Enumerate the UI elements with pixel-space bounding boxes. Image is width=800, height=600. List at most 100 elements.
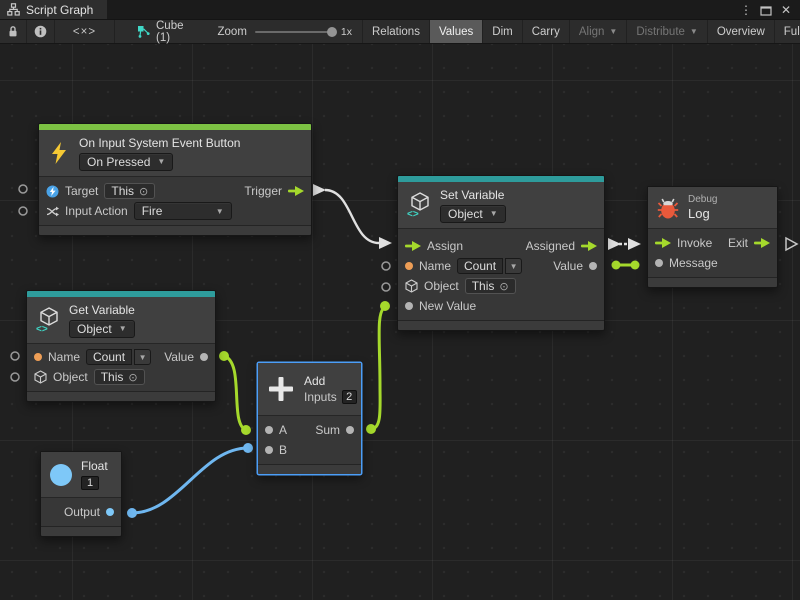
graph-name: Cube (1) [156, 20, 184, 44]
wire-arrowhead[interactable] [379, 237, 392, 249]
carry-button[interactable]: Carry [523, 20, 570, 43]
wire-arrowhead[interactable] [313, 184, 326, 196]
port-row-output: Output [41, 502, 121, 522]
target-object-field[interactable]: This⊙ [104, 183, 155, 199]
graph-hierarchy-icon [7, 3, 20, 16]
zoom-slider[interactable] [255, 31, 333, 33]
zoom-to-fit-button[interactable]: <×> [55, 20, 115, 43]
wire-endpoint[interactable] [127, 508, 137, 518]
zoom-slider-handle[interactable] [327, 27, 337, 37]
node-title: Add [304, 374, 325, 388]
exit-output-port[interactable] [754, 238, 770, 248]
variable-scope-dropdown[interactable]: Object▼ [69, 320, 135, 338]
object-picker-icon[interactable]: ⊙ [139, 185, 148, 198]
object-field[interactable]: This⊙ [94, 369, 145, 385]
values-button[interactable]: Values [430, 20, 483, 43]
trigger-output-port[interactable] [288, 186, 304, 196]
node-set-variable[interactable]: <> Set Variable Object▼ Assign [397, 175, 605, 331]
edge-port[interactable] [19, 207, 27, 215]
variable-cube-icon: <> [407, 192, 431, 218]
node-get-variable[interactable]: <> Get Variable Object▼ Name Count ▼ [26, 290, 216, 402]
full-screen-button[interactable]: Full Screen [775, 20, 800, 43]
b-input-port[interactable] [265, 446, 273, 454]
port-row-target: Target This⊙ Trigger [39, 181, 311, 201]
bug-icon [657, 196, 679, 220]
chevron-down-icon: ▼ [157, 157, 165, 166]
output-port[interactable] [106, 508, 114, 516]
lock-button[interactable] [0, 20, 27, 43]
tab-script-graph[interactable]: Script Graph [0, 0, 107, 19]
edge-port[interactable] [382, 283, 390, 291]
message-input-port[interactable] [655, 259, 663, 267]
port-row-object: Object This⊙ [398, 276, 604, 296]
object-picker-icon[interactable]: ⊙ [128, 371, 137, 384]
object-field[interactable]: This⊙ [465, 278, 516, 294]
wire-endpoint[interactable] [631, 261, 640, 270]
maximize-icon[interactable] [758, 0, 774, 20]
wire-trigger-assign[interactable] [325, 190, 379, 243]
invoke-input-port[interactable] [655, 238, 671, 248]
close-icon[interactable]: ✕ [778, 0, 794, 20]
plus-icon [267, 375, 295, 403]
sum-output-port[interactable] [346, 426, 354, 434]
port-row-input-action: Input Action Fire▼ [39, 201, 311, 221]
inspect-button[interactable] [27, 20, 55, 43]
wire-endpoint[interactable] [366, 424, 376, 434]
edge-port[interactable] [11, 352, 19, 360]
float-value-field[interactable]: 1 [81, 476, 99, 490]
wire-endpoint[interactable] [380, 301, 390, 311]
info-icon [34, 25, 47, 38]
variable-name-dropdown[interactable]: Count ▼ [86, 349, 151, 365]
input-action-dropdown[interactable]: Fire▼ [134, 202, 232, 220]
wire-output-b[interactable] [132, 448, 248, 513]
relations-button[interactable]: Relations [363, 20, 430, 43]
window-menu-icon[interactable]: ⋮ [738, 0, 754, 20]
graph-canvas[interactable]: On Input System Event Button On Pressed▼… [0, 44, 800, 600]
wire-endpoint[interactable] [612, 261, 621, 270]
wire-sum-newvalue[interactable] [371, 307, 385, 429]
node-on-input-system-event-button[interactable]: On Input System Event Button On Pressed▼… [38, 123, 312, 236]
exit-edge-port[interactable] [786, 238, 797, 250]
wire-endpoint[interactable] [243, 443, 253, 453]
overview-button[interactable]: Overview [708, 20, 775, 43]
wire-arrowhead[interactable] [628, 238, 641, 250]
node-add[interactable]: Add Inputs 2 A Sum B [257, 362, 362, 475]
variable-cube-icon: <> [36, 307, 60, 333]
node-debug-log[interactable]: Debug Log Invoke Exit [647, 186, 778, 288]
value-output-port[interactable] [200, 353, 208, 361]
dim-button[interactable]: Dim [483, 20, 522, 43]
chevron-down-icon: ▼ [609, 27, 617, 36]
wire-value-a[interactable] [224, 356, 246, 430]
port-row-a: A Sum [258, 420, 361, 440]
node-float[interactable]: Float 1 Output [40, 451, 122, 537]
assign-input-port[interactable] [405, 241, 421, 251]
edge-port[interactable] [19, 185, 27, 193]
wire-endpoint[interactable] [241, 425, 251, 435]
inputs-count-field[interactable]: 2 [342, 390, 357, 404]
name-input-port[interactable] [34, 353, 42, 361]
distribute-button[interactable]: Distribute▼ [627, 20, 708, 43]
value-output-port[interactable] [589, 262, 597, 270]
name-input-port[interactable] [405, 262, 413, 270]
node-footer [648, 277, 777, 287]
event-mode-dropdown[interactable]: On Pressed▼ [79, 153, 173, 171]
object-picker-icon[interactable]: ⊙ [499, 280, 508, 293]
chevron-down-icon: ▼ [119, 324, 127, 333]
node-footer [258, 464, 361, 474]
assigned-output-port[interactable] [581, 241, 597, 251]
edge-port[interactable] [11, 373, 19, 381]
port-row-new-value: New Value [398, 296, 604, 316]
variable-name-dropdown[interactable]: Count ▼ [457, 258, 522, 274]
float-literal-icon [50, 464, 72, 486]
port-row-message: Message [648, 253, 777, 273]
a-input-port[interactable] [265, 426, 273, 434]
node-title: Float [81, 459, 108, 473]
align-button[interactable]: Align▼ [570, 20, 628, 43]
graph-reference[interactable]: Cube (1) [115, 20, 194, 43]
wire-endpoint[interactable] [219, 351, 229, 361]
new-value-input-port[interactable] [405, 302, 413, 310]
script-graph-window: Script Graph ⋮ ✕ [0, 0, 800, 600]
input-action-icon [46, 205, 59, 218]
edge-port[interactable] [382, 262, 390, 270]
variable-scope-dropdown[interactable]: Object▼ [440, 205, 506, 223]
